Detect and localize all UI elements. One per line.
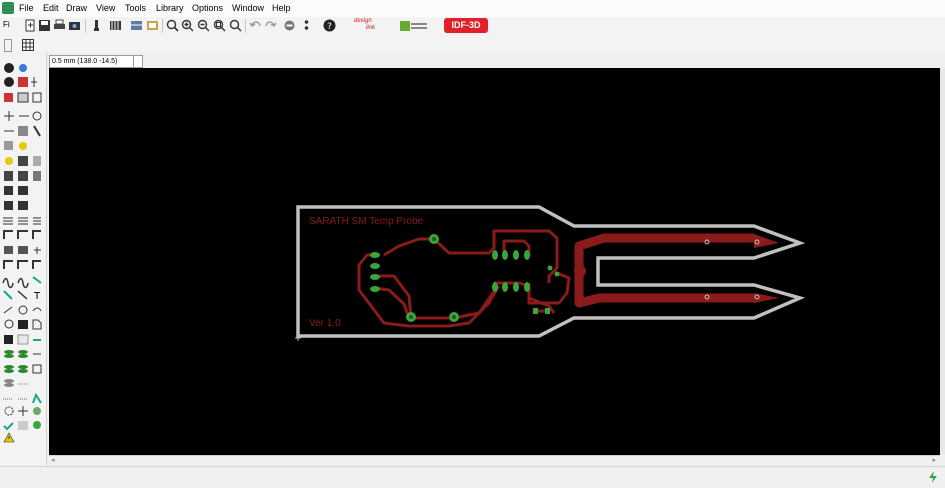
horizontal-scrollbar[interactable]: ◂ ▸: [49, 455, 940, 466]
line-icon: T: [3, 290, 41, 302]
zoom-fit-icon[interactable]: [166, 19, 179, 32]
fork-tip-l: [754, 293, 779, 303]
stack-icon: [4, 350, 41, 358]
svg-text:?: ?: [327, 22, 332, 32]
menu-draw[interactable]: Draw: [66, 3, 87, 13]
check-icon: [3, 421, 41, 431]
vertical-scrollbar[interactable]: [940, 68, 945, 455]
menu-view[interactable]: View: [96, 3, 115, 13]
more-icon[interactable]: [300, 19, 313, 32]
zoom-window-icon[interactable]: [213, 19, 226, 32]
via-icon: [4, 379, 28, 387]
board-version: Ver 1.0: [309, 318, 341, 329]
save-icon[interactable]: [38, 19, 51, 32]
pin-icon[interactable]: [90, 19, 103, 32]
move-icon: [4, 92, 42, 103]
info-icon: [4, 77, 37, 87]
board-title: SARATH SM Temp Probe: [309, 216, 424, 227]
scroll-right-arrow[interactable]: ▸: [932, 456, 936, 464]
layers-icon[interactable]: [130, 19, 143, 32]
brand-design-text: design: [354, 18, 372, 24]
draw-line-icon: [3, 305, 42, 315]
scroll-left-arrow[interactable]: ◂: [51, 456, 55, 464]
route-icon: [3, 230, 41, 239]
designlink-logo[interactable]: design link: [352, 18, 384, 34]
coordinate-display: 0.5 mm (138.0 -14.5): [49, 55, 135, 68]
toolbar-separator: [85, 19, 86, 33]
mirror-icon: [4, 125, 41, 137]
library-icon[interactable]: [146, 19, 159, 32]
idf-3d-button[interactable]: IDF-3D: [444, 18, 488, 33]
zoom-in-icon[interactable]: [181, 19, 194, 32]
app-icon: [2, 2, 14, 14]
undo-icon[interactable]: [249, 19, 262, 32]
new-file-icon[interactable]: [24, 19, 37, 32]
warning-icon: [3, 432, 15, 443]
help-icon[interactable]: ?: [323, 19, 336, 32]
delete-icon: [4, 171, 41, 181]
brand-link-text: link: [366, 25, 376, 31]
status-bar: [0, 466, 945, 488]
left-tool-palette: T: [0, 53, 47, 465]
coordinate-field[interactable]: [133, 55, 143, 68]
menu-bar: File Edit Draw View Tools Library Option…: [0, 0, 945, 18]
svg-text:T: T: [33, 291, 41, 302]
zoom-select-icon[interactable]: [229, 19, 242, 32]
shape-icon: [4, 141, 27, 150]
dots-icon: [3, 392, 42, 404]
component-icon[interactable]: [109, 19, 122, 32]
pcb-drawing: SARATH SM Temp Probe Ver 1.0: [295, 205, 806, 341]
menu-library[interactable]: Library: [156, 3, 184, 13]
lightning-icon[interactable]: [927, 471, 939, 483]
lock-icon: [4, 186, 28, 195]
zoom-out-icon[interactable]: [197, 19, 210, 32]
fill-icon: [4, 334, 41, 345]
trace-icon: [4, 246, 41, 254]
wave-icon: [2, 276, 42, 289]
network-icon: [4, 406, 41, 416]
toolbar-separator: [162, 19, 163, 33]
main-toolbar: Fi ? design link IDF-3D: [0, 17, 945, 37]
arrow-tools-icon: [4, 111, 42, 121]
redo-icon[interactable]: [264, 19, 277, 32]
pointer-icon: [4, 63, 27, 73]
menu-options[interactable]: Options: [192, 3, 223, 13]
fi-label: Fi: [3, 20, 10, 29]
fork-trace-u: [574, 233, 754, 303]
menu-window[interactable]: Window: [232, 3, 264, 13]
toolbar-grip: [4, 39, 12, 52]
print-icon[interactable]: [53, 19, 66, 32]
padlock-icon: [4, 201, 28, 210]
fork-trace-l: [574, 278, 754, 308]
secondary-toolbar: [0, 36, 945, 53]
stop-icon[interactable]: [283, 19, 296, 32]
camera-icon[interactable]: [68, 19, 81, 32]
fork-tip-u: [754, 234, 779, 248]
grid-icon[interactable]: [22, 39, 34, 51]
tool-icons[interactable]: T: [0, 53, 46, 465]
menu-edit[interactable]: Edit: [43, 3, 59, 13]
toolbar-separator: [245, 19, 246, 33]
circle-icon: [4, 319, 42, 330]
pcb-canvas[interactable]: SARATH SM Temp Probe Ver 1.0: [49, 68, 940, 455]
bulb-icon: [5, 156, 41, 166]
corner-icon: [3, 260, 41, 269]
text-tools-icon: [3, 217, 41, 225]
menu-tools[interactable]: Tools: [125, 3, 146, 13]
pcb-logo[interactable]: [400, 19, 428, 33]
menu-help[interactable]: Help: [272, 3, 291, 13]
menu-file[interactable]: File: [19, 3, 34, 13]
layer-stack-icon: [4, 364, 42, 374]
